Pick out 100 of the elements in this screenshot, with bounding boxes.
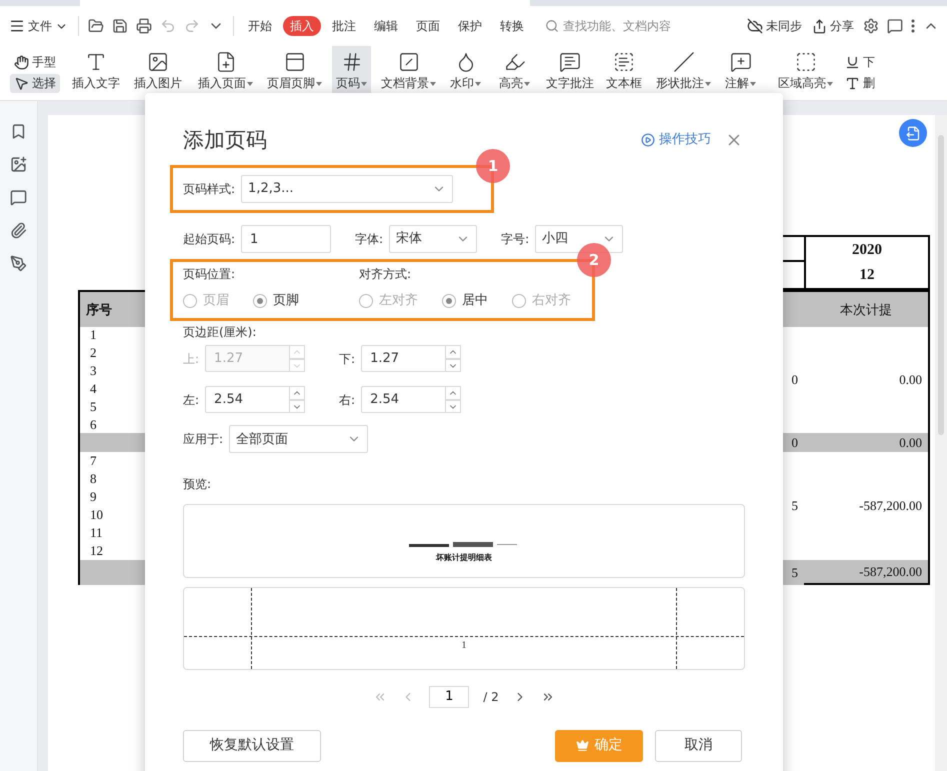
row-number: 8: [90, 470, 98, 488]
input-field[interactable]: 1: [241, 225, 332, 253]
column-header: 序号: [78, 290, 133, 327]
striped-square-icon: [398, 51, 420, 73]
comment-plus-icon: [730, 51, 752, 73]
decrement-button[interactable]: [289, 400, 306, 414]
decrement-button[interactable]: [445, 400, 462, 414]
folder-icon: [88, 18, 104, 34]
search-field[interactable]: 查找功能、文档内容: [563, 18, 685, 34]
tool-button[interactable]: 下: [841, 53, 879, 72]
preview-page-number: 1: [462, 640, 466, 652]
ribbon-button[interactable]: 插入图片: [130, 46, 186, 100]
radio-option[interactable]: 居中: [442, 293, 488, 309]
increment-button[interactable]: [445, 345, 462, 359]
tool-button[interactable]: 删: [841, 74, 879, 93]
field-label: 字体:: [355, 232, 384, 246]
more-icon: [911, 19, 915, 33]
file-menu[interactable]: 文件: [6, 16, 71, 36]
dropdown[interactable]: 1,2,3...: [241, 175, 454, 203]
print-icon: [136, 18, 152, 34]
decrement-button[interactable]: [445, 358, 462, 372]
field-label: 右:: [339, 392, 356, 408]
number-field: 1.27: [205, 345, 290, 372]
menu-tab[interactable]: 页面: [409, 16, 447, 36]
menu-tab[interactable]: 开始: [241, 16, 279, 36]
row-number: 4: [90, 380, 98, 398]
field-label: 下:: [339, 352, 356, 366]
row-number: 1: [90, 326, 98, 344]
row-number: 3: [90, 362, 98, 380]
dropdown[interactable]: 全部页面: [229, 425, 368, 454]
menu-icon: [9, 18, 25, 34]
row-number: 12: [90, 542, 104, 560]
text-box-icon: [613, 51, 635, 73]
cloud-icon: [747, 18, 763, 34]
increment-button[interactable]: [289, 386, 306, 400]
menu-tab[interactable]: 编辑: [367, 16, 405, 36]
ribbon-button[interactable]: 插入文字: [68, 46, 124, 100]
share-icon: [812, 18, 827, 34]
number-field[interactable]: 2.54: [361, 386, 446, 414]
cancel-button[interactable]: 取消: [655, 730, 742, 762]
field-label: 起始页码:: [183, 232, 236, 246]
comment-icon[interactable]: [10, 189, 27, 206]
paperclip-icon[interactable]: [10, 222, 27, 239]
field-label: 上:: [183, 352, 200, 366]
comment-text-icon: [559, 51, 581, 73]
dropdown[interactable]: 宋体: [389, 225, 478, 253]
pointer-icon: [14, 76, 29, 91]
page-total: / 2: [483, 690, 499, 704]
increment-button[interactable]: [445, 386, 462, 400]
field-label: 左:: [183, 392, 200, 408]
dropdown[interactable]: 小四: [535, 225, 624, 253]
hand-icon: [14, 55, 29, 70]
menu-tab[interactable]: 批注: [325, 16, 363, 36]
row-number: 5: [90, 398, 98, 416]
ribbon-button[interactable]: 文本框: [602, 46, 646, 100]
text-icon: [845, 76, 860, 91]
sync-button[interactable]: 未同步: [744, 16, 805, 36]
ribbon-button[interactable]: 文字批注: [542, 46, 598, 100]
field-label: 对齐方式:: [359, 267, 412, 282]
row-number: 9: [90, 488, 98, 506]
number-field[interactable]: 1.27: [361, 345, 446, 372]
page-header-icon: [284, 51, 306, 73]
menu-tab[interactable]: 保护: [451, 16, 489, 36]
reset-button[interactable]: 恢复默认设置: [183, 730, 321, 762]
tool-button[interactable]: 手型: [10, 53, 60, 72]
underline-icon: [845, 55, 860, 70]
subtotal-cell: -587,200.00: [804, 560, 930, 585]
play-icon: [641, 133, 655, 147]
image-icon[interactable]: [10, 156, 27, 173]
print-button[interactable]: [134, 16, 154, 36]
slash-icon: [672, 51, 694, 73]
more-button[interactable]: [909, 17, 917, 35]
settings-icon: [863, 18, 879, 34]
field-label: 应用于:: [183, 432, 224, 447]
row-number: 7: [90, 452, 98, 470]
undo-icon: [160, 18, 176, 34]
help-link[interactable]: 操作技巧: [641, 132, 711, 148]
preview-title: 坏账计提明细表: [436, 552, 492, 562]
search-icon: [545, 18, 559, 33]
row-number: 2: [90, 344, 98, 362]
field-label: 页码位置:: [183, 267, 236, 282]
crown-icon: [576, 739, 588, 752]
radio-option[interactable]: 页脚: [253, 293, 299, 309]
page-input[interactable]: 1: [429, 686, 470, 708]
image-icon: [147, 51, 169, 73]
field-label: 字号:: [501, 232, 530, 246]
number-field[interactable]: 2.54: [205, 386, 290, 414]
menu-tab[interactable]: 转换: [493, 16, 531, 36]
row-number: 11: [90, 524, 104, 542]
tool-button[interactable]: 选择: [10, 74, 60, 93]
section-label: 预览:: [183, 477, 212, 492]
file-export-icon: [906, 126, 920, 140]
menu-tab[interactable]: 插入: [283, 16, 321, 36]
pen-icon[interactable]: [10, 255, 27, 272]
field-label: 页码样式:: [183, 182, 236, 196]
row-number: 6: [90, 416, 98, 434]
bookmark-icon[interactable]: [10, 123, 27, 140]
share-button[interactable]: 分享: [809, 16, 857, 36]
comment-icon: [887, 18, 903, 34]
highlighter-icon: [504, 51, 526, 73]
